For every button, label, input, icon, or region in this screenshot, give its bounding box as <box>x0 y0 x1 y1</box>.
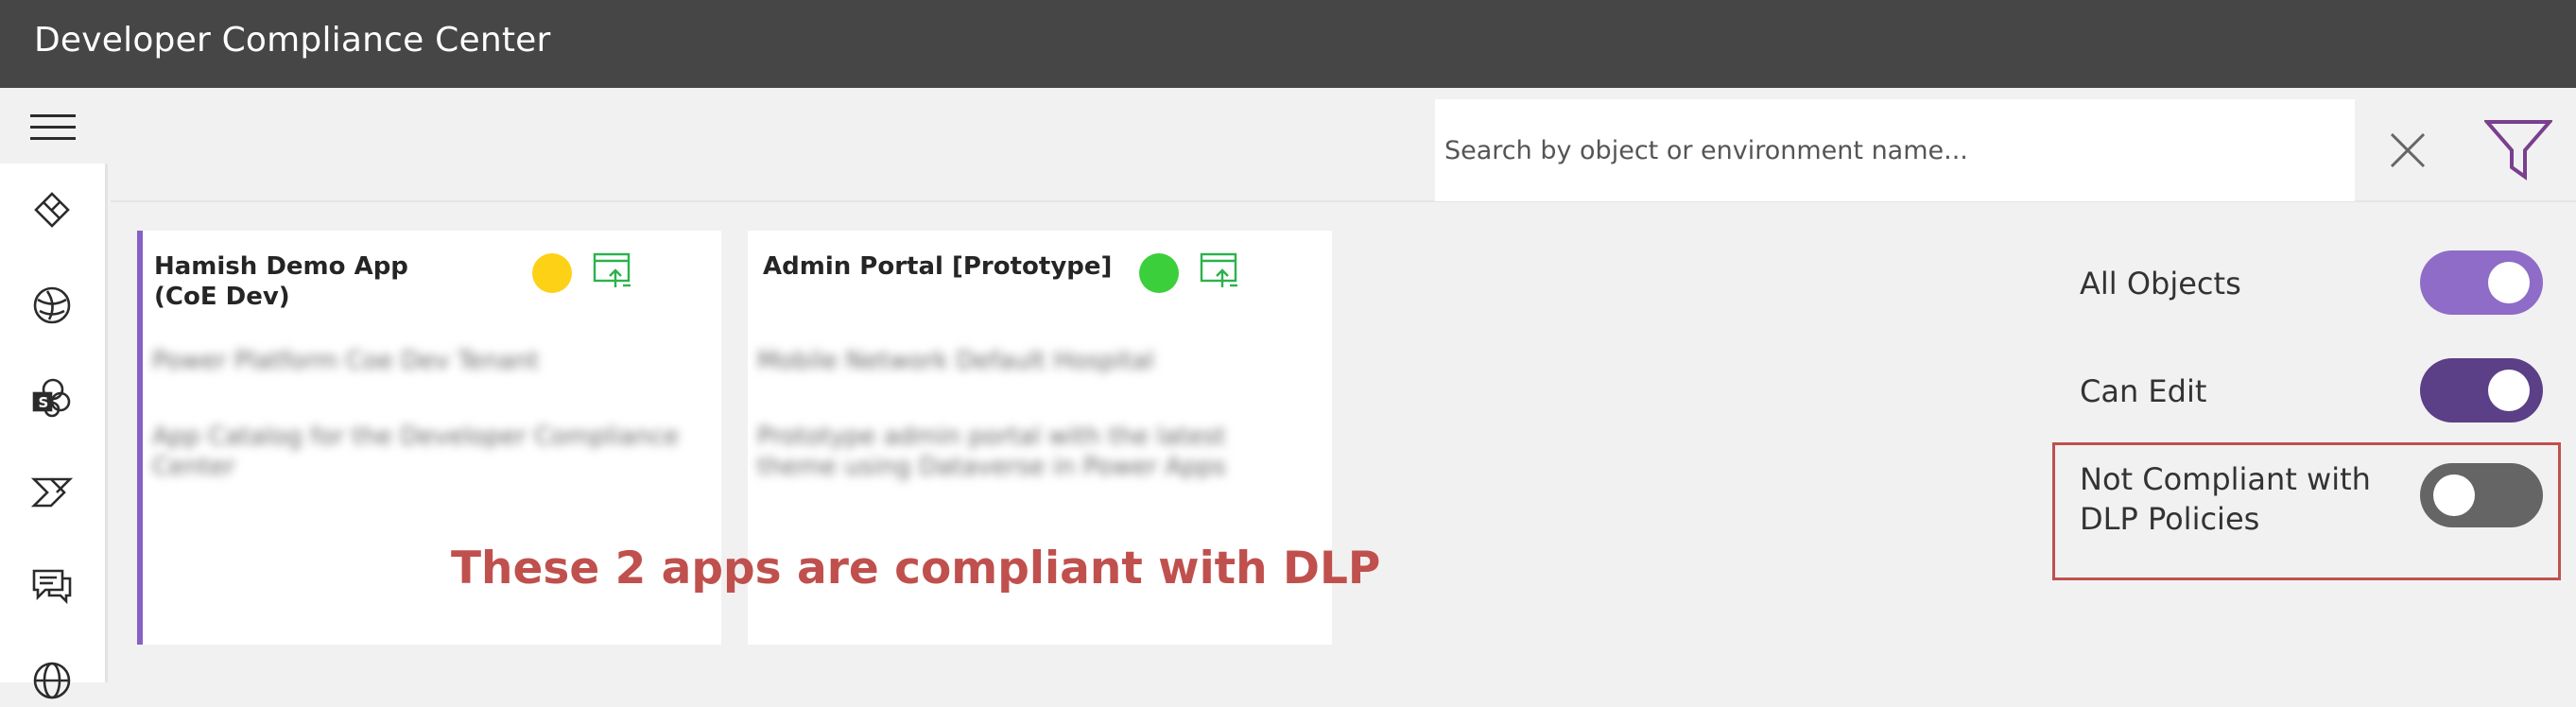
app-description: Prototype admin portal with the latest t… <box>757 422 1226 481</box>
sharepoint-icon[interactable]: S <box>30 376 74 420</box>
annotation-text: These 2 apps are compliant with DLP <box>451 543 1381 595</box>
app-title: Developer Compliance Center <box>34 21 551 60</box>
globe-icon[interactable] <box>30 659 74 702</box>
status-indicator <box>1139 253 1179 293</box>
status-indicator <box>532 253 572 293</box>
clear-search-icon[interactable] <box>2386 129 2429 172</box>
environment-name: Power Platform Coe Dev Tenant <box>152 347 540 375</box>
power-virtual-agents-icon[interactable] <box>30 563 74 607</box>
search-input[interactable] <box>1435 99 2355 201</box>
app-description: App Catalog for the Developer Compliance… <box>152 422 680 481</box>
environment-name: Mobile Network Default Hospital <box>757 347 1154 375</box>
open-app-icon[interactable] <box>593 251 632 289</box>
dataverse-icon[interactable] <box>30 284 74 327</box>
power-apps-icon[interactable] <box>30 190 74 233</box>
search-box[interactable] <box>1435 99 2355 201</box>
svg-text:S: S <box>39 394 49 411</box>
highlight-box <box>2052 442 2561 580</box>
hamburger-menu-icon[interactable] <box>0 88 108 164</box>
all-objects-toggle[interactable] <box>2420 250 2543 315</box>
sidebar-nav: S <box>0 88 108 699</box>
open-app-icon[interactable] <box>1200 251 1239 289</box>
toggle-label: All Objects <box>2080 266 2241 302</box>
app-name: Hamish Demo App (CoE Dev) <box>154 252 408 311</box>
app-header: Developer Compliance Center <box>0 0 2576 88</box>
power-automate-icon[interactable] <box>30 471 74 514</box>
toggle-knob <box>2488 262 2530 303</box>
filter-icon[interactable] <box>2482 118 2554 181</box>
toggle-knob <box>2488 370 2530 411</box>
toggle-label: Can Edit <box>2080 373 2207 409</box>
can-edit-toggle[interactable] <box>2420 358 2543 422</box>
app-name: Admin Portal [Prototype] <box>763 252 1113 281</box>
